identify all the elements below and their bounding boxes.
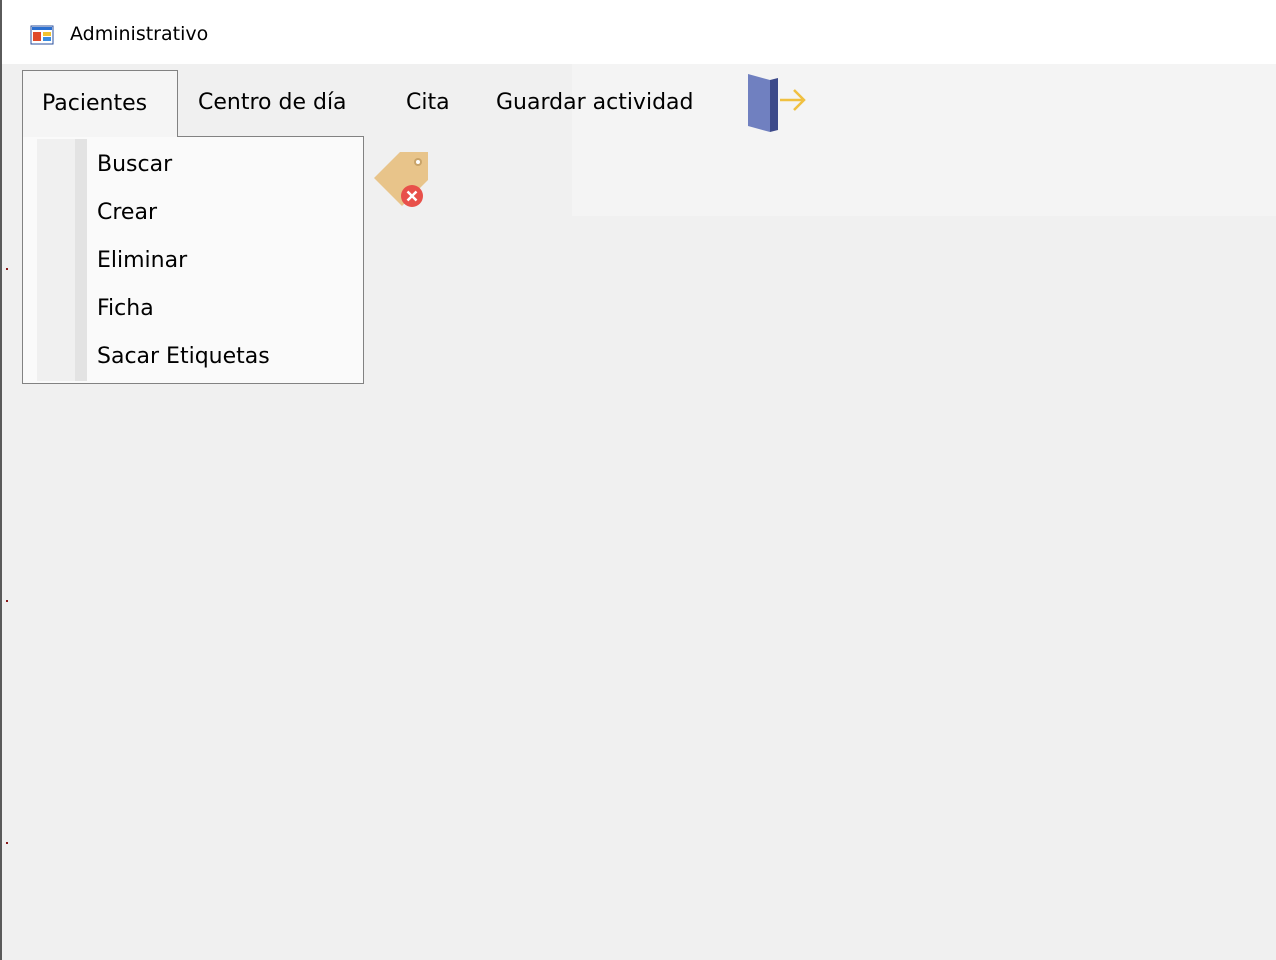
- menu-cita[interactable]: Cita: [406, 70, 450, 136]
- menu-item-buscar-label: Buscar: [97, 152, 173, 177]
- edge-mark: [6, 268, 8, 270]
- edge-mark: [6, 600, 8, 602]
- app-window-icon: [30, 25, 54, 45]
- edge-mark: [6, 842, 8, 844]
- menu-item-crear[interactable]: Crear: [25, 189, 361, 237]
- menu-guardar-actividad-label: Guardar actividad: [496, 90, 694, 115]
- menu-item-buscar[interactable]: Buscar: [25, 141, 361, 189]
- menu-pacientes[interactable]: Pacientes: [22, 70, 178, 137]
- menu-item-eliminar-label: Eliminar: [97, 248, 188, 273]
- title-bar: Administrativo: [2, 0, 1276, 64]
- app-window: Administrativo Pacientes Centro de día C…: [0, 0, 1276, 960]
- menu-item-eliminar[interactable]: Eliminar: [25, 237, 361, 285]
- menu-item-ficha-label: Ficha: [97, 296, 154, 321]
- menu-item-crear-label: Crear: [97, 200, 157, 225]
- menu-item-sacar-etiquetas-label: Sacar Etiquetas: [97, 344, 270, 369]
- window-title: Administrativo: [70, 23, 209, 45]
- tag-remove-icon[interactable]: [370, 146, 434, 212]
- window-left-border: [0, 0, 2, 960]
- menu-item-ficha[interactable]: Ficha: [25, 285, 361, 333]
- menu-cita-label: Cita: [406, 90, 450, 115]
- menu-centro-de-dia[interactable]: Centro de día: [198, 70, 347, 136]
- pacientes-dropdown-menu: Buscar Crear Eliminar Ficha Sacar Etique…: [22, 136, 364, 384]
- exit-door-icon[interactable]: [740, 70, 812, 136]
- menu-guardar-actividad[interactable]: Guardar actividad: [496, 70, 693, 136]
- menu-pacientes-label: Pacientes: [42, 91, 148, 116]
- menu-item-sacar-etiquetas[interactable]: Sacar Etiquetas: [25, 333, 361, 381]
- menu-centro-de-dia-label: Centro de día: [198, 90, 347, 115]
